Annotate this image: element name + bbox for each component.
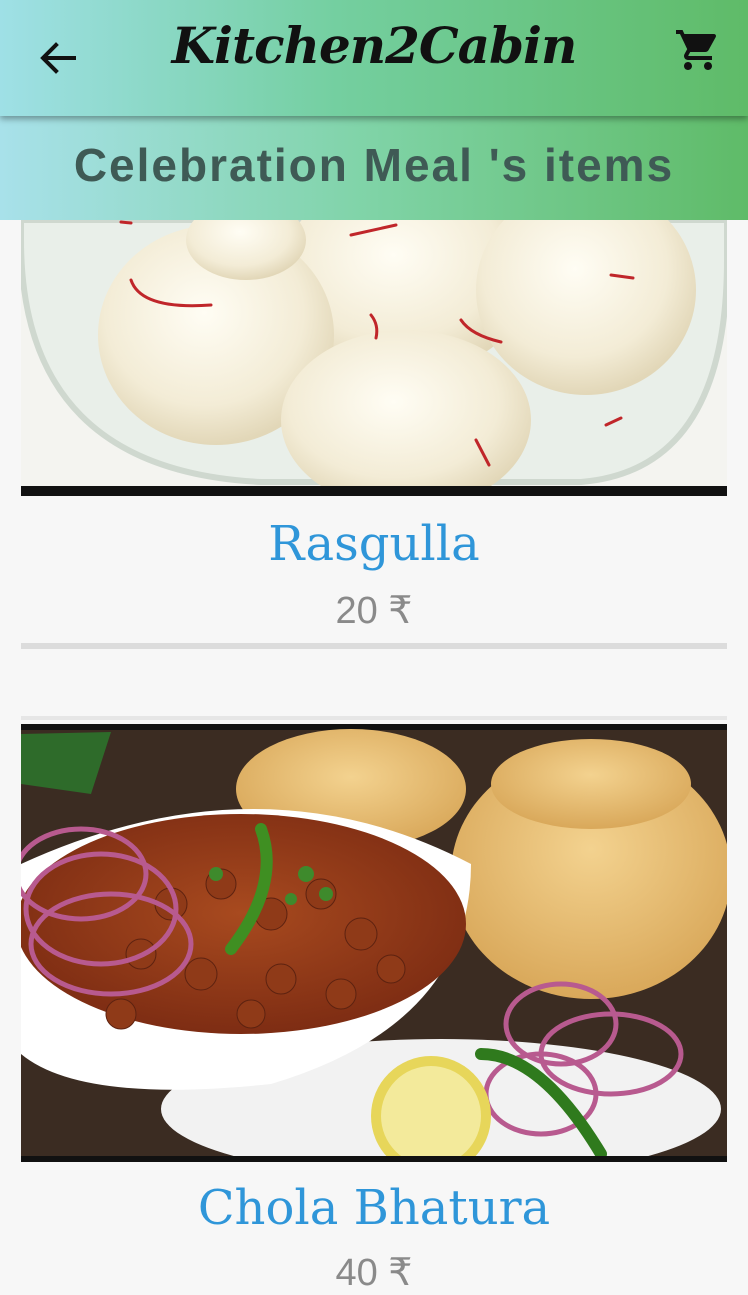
item-name: Chola Bhatura [197, 1180, 551, 1236]
item-price: 40 ₹ [335, 1252, 413, 1294]
card-divider [21, 716, 727, 720]
app-brand-title: Kitchen2Cabin [171, 16, 578, 75]
cart-button[interactable] [674, 26, 722, 74]
shopping-cart-icon [676, 30, 717, 70]
section-title: Celebration Meal 's items [73, 139, 675, 191]
chola-bhatura-photo [21, 724, 727, 1162]
app-bar: Kitchen2Cabin [0, 0, 748, 116]
